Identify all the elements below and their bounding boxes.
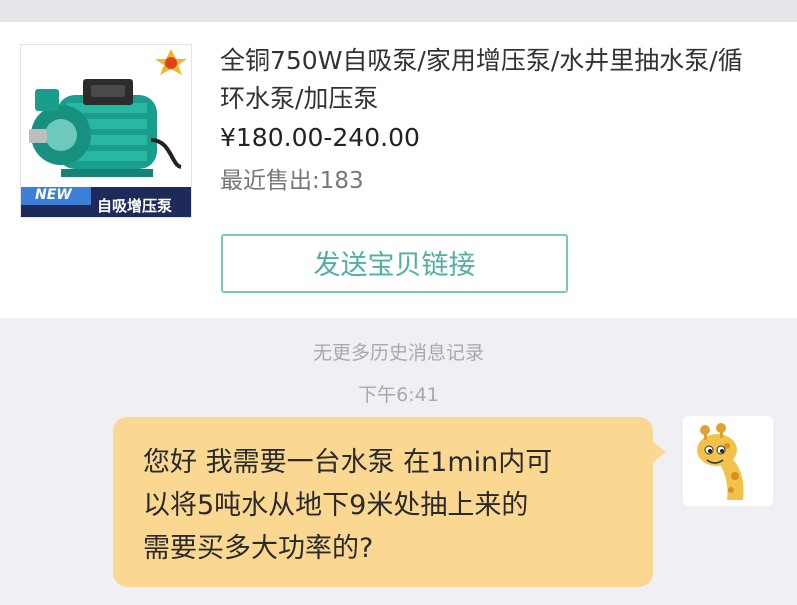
- bubble-tail: [652, 441, 666, 463]
- product-sold-count: 最近售出:183: [220, 168, 364, 194]
- giraffe-avatar-icon: [683, 416, 773, 506]
- send-product-link-button[interactable]: 发送宝贝链接: [221, 234, 568, 293]
- chat-message-text: 您好 我需要一台水泵 在1min内可 以将5吨水从地下9米处抽上来的 需要买多大…: [143, 447, 553, 564]
- product-title[interactable]: 全铜750W自吸泵/家用增压泵/水井里抽水泵/循环水泵/加压泵: [220, 42, 760, 118]
- top-status-strip: [0, 0, 797, 22]
- no-more-history-notice: 无更多历史消息记录: [312, 342, 484, 364]
- product-card[interactable]: NEW 自吸增压泵 全铜750W自吸泵/家用增压泵/水井里抽水泵/循环水泵/加压…: [0, 22, 797, 318]
- image-caption: 自吸增压泵: [97, 197, 173, 215]
- product-price: ¥180.00-240.00: [220, 123, 420, 152]
- product-image[interactable]: NEW 自吸增压泵: [20, 44, 192, 218]
- message-timestamp: 下午6:41: [358, 384, 439, 406]
- chat-message-bubble[interactable]: 您好 我需要一台水泵 在1min内可 以将5吨水从地下9米处抽上来的 需要买多大…: [113, 417, 666, 587]
- user-avatar[interactable]: [683, 416, 773, 506]
- image-badge-new: NEW: [35, 187, 72, 203]
